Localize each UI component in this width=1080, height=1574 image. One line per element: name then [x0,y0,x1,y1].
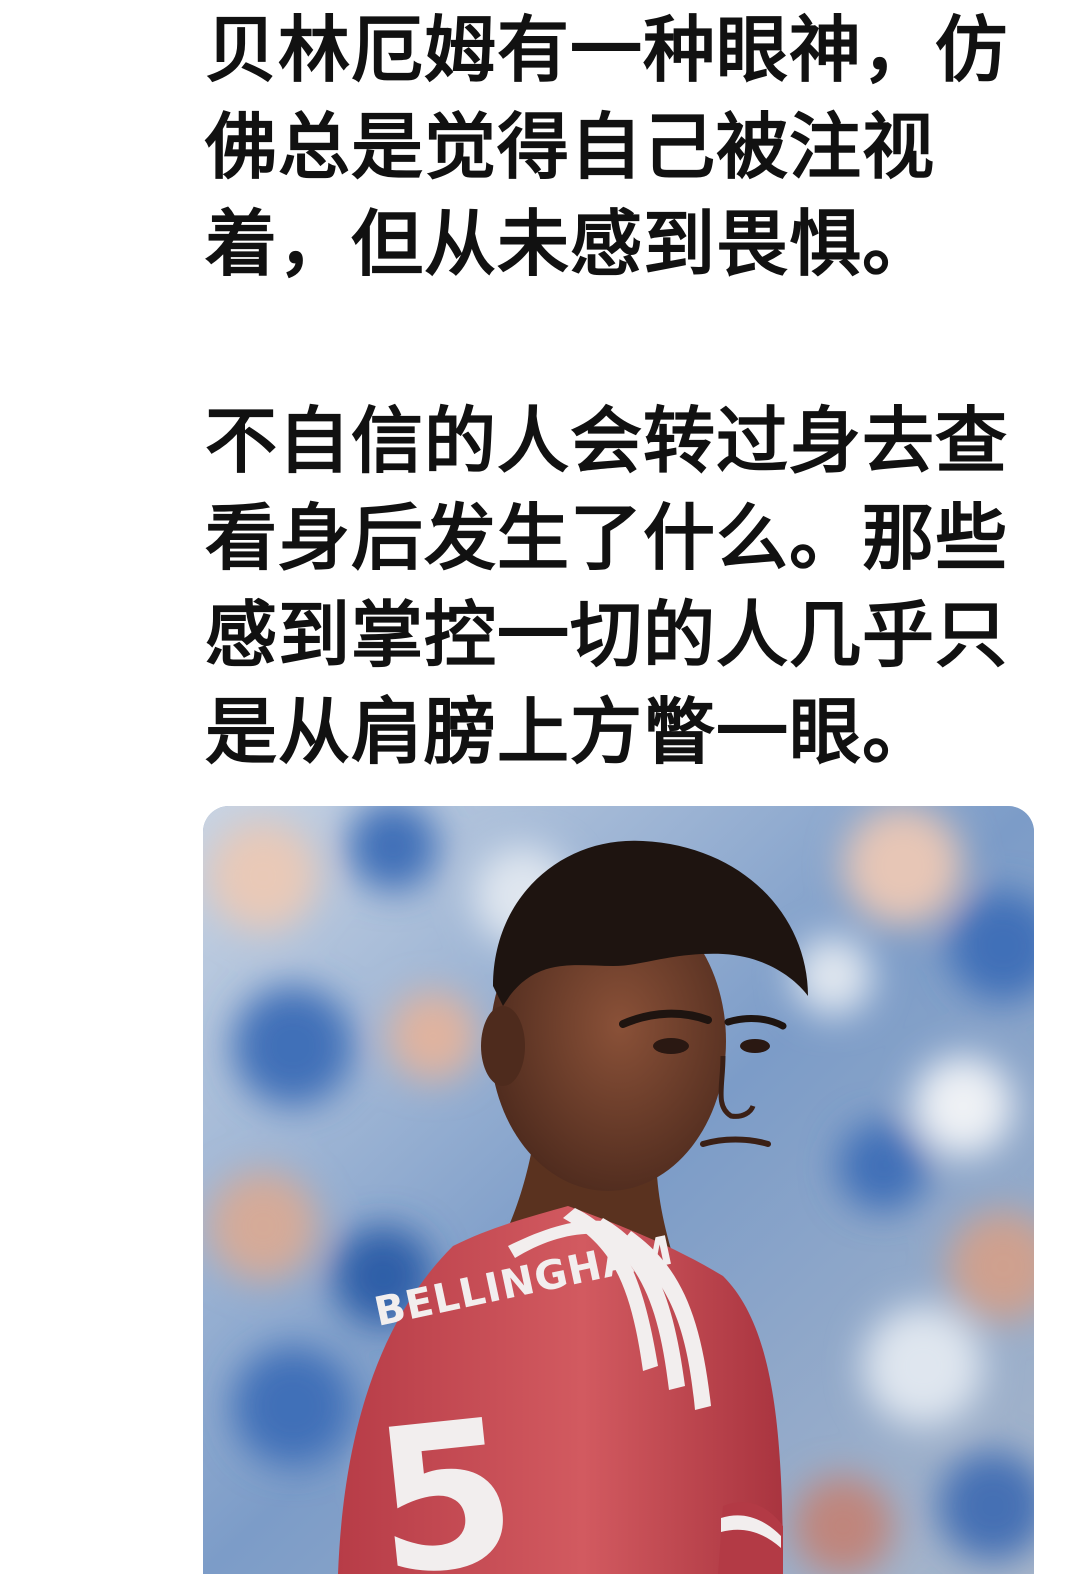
shirt-number: 5 [364,1375,527,1574]
post-paragraph-2: 不自信的人会转过身去查 看身后发生了什么。那些 感到掌控一切的人几乎只 是从肩膀… [205,399,1009,774]
post-text: 贝林厄姆有一种眼神，仿 佛总是觉得自己被注视 着，但从未感到畏惧。 不自信的人会… [205,0,1035,781]
player-photo-illustration: BELLINGHAM 5 [203,806,1034,1574]
post-photo[interactable]: BELLINGHAM 5 [203,806,1034,1574]
post-paragraph-1: 贝林厄姆有一种眼神，仿 佛总是觉得自己被注视 着，但从未感到畏惧。 [205,8,1009,286]
